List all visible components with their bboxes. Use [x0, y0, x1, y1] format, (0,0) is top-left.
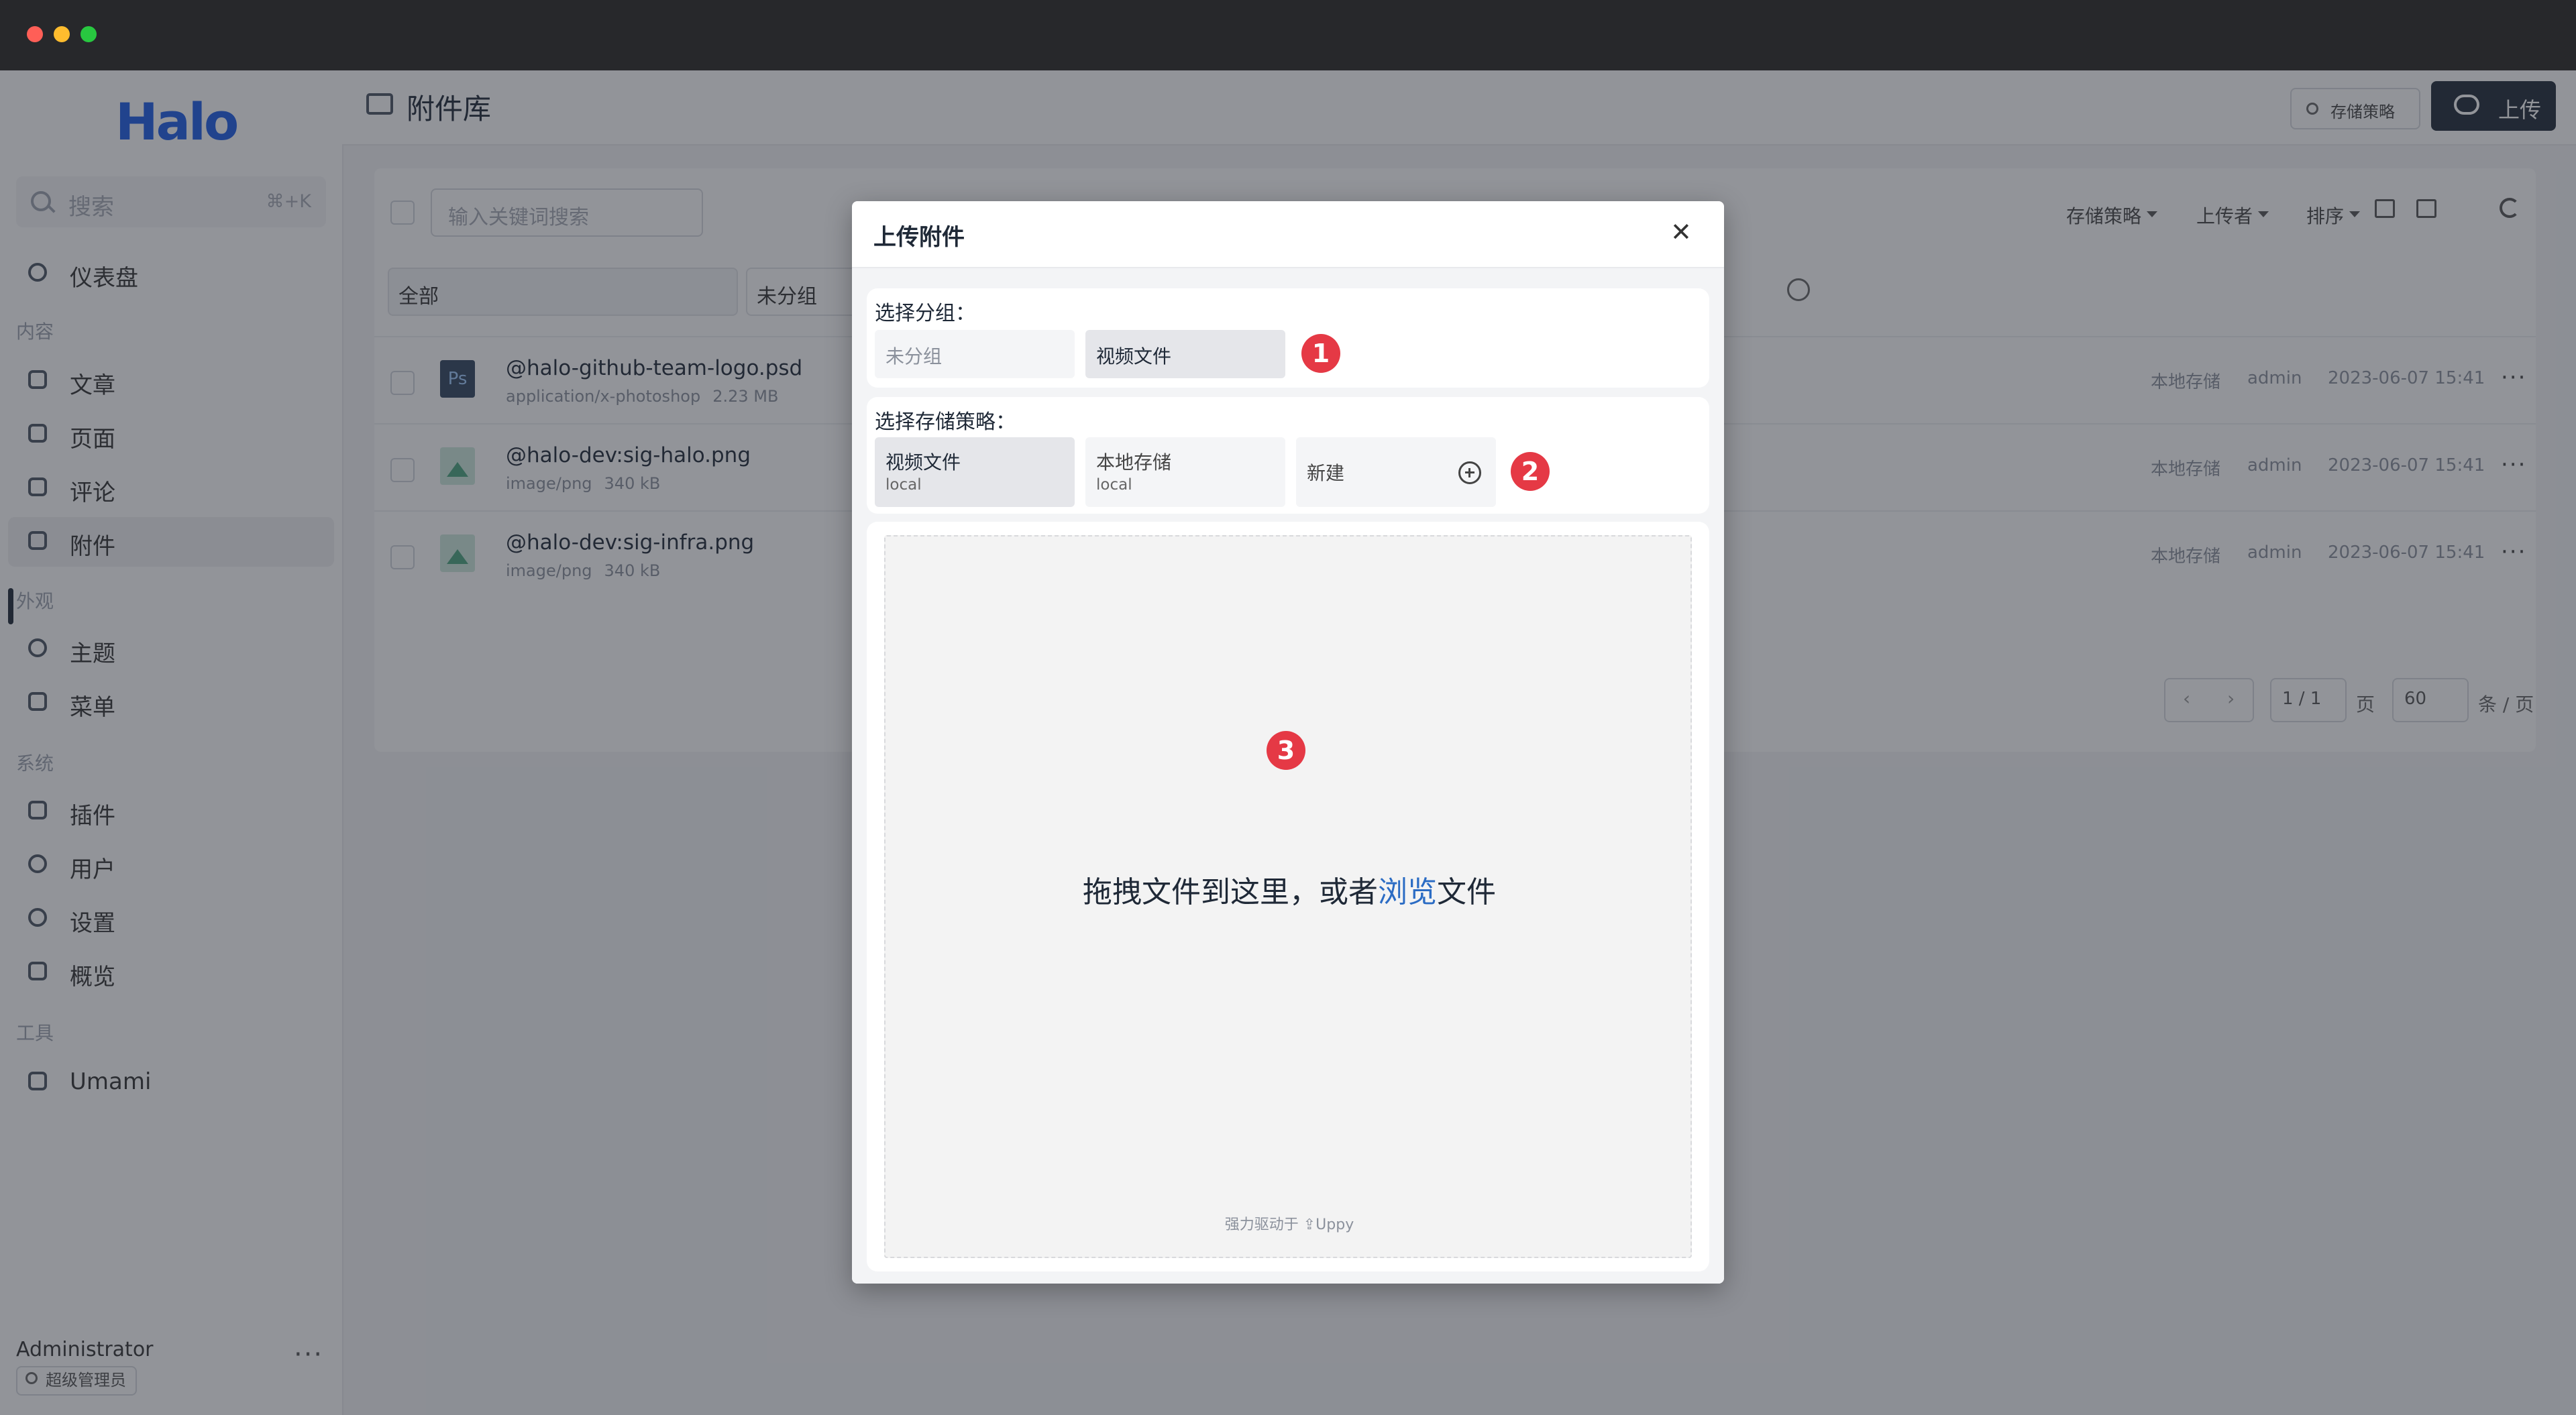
group-option-video[interactable]: 视频文件: [1085, 330, 1285, 378]
new-policy-button[interactable]: 新建: [1296, 437, 1496, 507]
marker-3: 3: [1267, 731, 1305, 770]
modal-title: 上传附件: [873, 224, 965, 251]
policy-option-video[interactable]: 视频文件 local: [875, 437, 1075, 507]
upload-modal: 上传附件 ✕ 选择分组： 未分组 视频文件 1 选择存储策略： 视频文件 loc…: [852, 201, 1724, 1284]
window-frame: Halo 搜索 ⌘+K 仪表盘 内容 文章 页面 评论: [0, 0, 2576, 1415]
powered-by: 强力驱动于 ⇪Uppy: [1224, 1216, 1354, 1233]
minimize-window-icon[interactable]: [54, 26, 70, 42]
drop-area[interactable]: 3 拖拽文件到这里，或者浏览文件 强力驱动于 ⇪Uppy: [884, 535, 1692, 1258]
drop-zone[interactable]: 3 拖拽文件到这里，或者浏览文件 强力驱动于 ⇪Uppy: [867, 522, 1709, 1271]
group-option-label: 视频文件: [1096, 345, 1172, 367]
new-policy-label: 新建: [1307, 462, 1345, 484]
policy-label: 选择存储策略：: [875, 410, 1016, 434]
modal-body: 选择分组： 未分组 视频文件 1 选择存储策略： 视频文件 local 本地存储…: [852, 268, 1724, 1284]
group-label: 选择分组：: [875, 302, 975, 325]
policy-section: 选择存储策略： 视频文件 local 本地存储 local 新建 2: [867, 397, 1709, 514]
browse-link[interactable]: 浏览: [1378, 875, 1437, 909]
modal-header: 上传附件 ✕: [852, 201, 1724, 268]
group-option-ungrouped[interactable]: 未分组: [875, 330, 1075, 378]
policy-option-name: 本地存储: [1096, 451, 1172, 473]
zoom-window-icon[interactable]: [80, 26, 97, 42]
group-section: 选择分组： 未分组 视频文件 1: [867, 288, 1709, 388]
window-titlebar: [0, 0, 2576, 70]
policy-option-type: local: [1096, 476, 1132, 494]
policy-option-type: local: [885, 476, 922, 494]
group-option-label: 未分组: [885, 345, 943, 367]
marker-1: 1: [1301, 334, 1340, 373]
plus-circle-icon: [1458, 461, 1481, 484]
marker-2: 2: [1511, 452, 1550, 491]
policy-option-name: 视频文件: [885, 451, 961, 473]
close-window-icon[interactable]: [27, 26, 43, 42]
drop-instruction: 拖拽文件到这里，或者浏览文件: [885, 868, 1693, 911]
drop-text-before: 拖拽文件到这里，或者: [1083, 875, 1378, 909]
policy-option-local[interactable]: 本地存储 local: [1085, 437, 1285, 507]
drop-text-after: 文件: [1437, 875, 1496, 909]
close-icon[interactable]: ✕: [1670, 217, 1692, 247]
